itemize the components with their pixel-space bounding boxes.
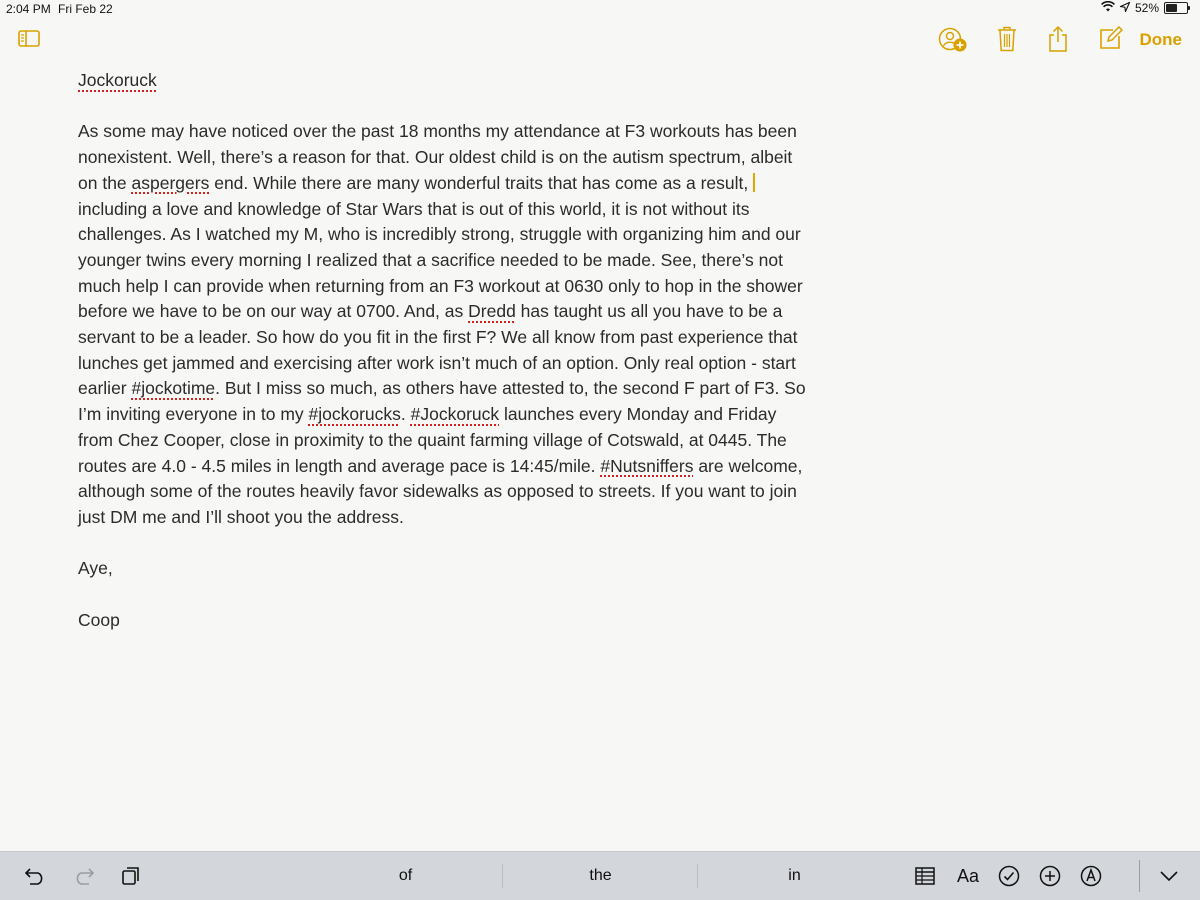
markup-icon[interactable]: [1078, 852, 1104, 900]
note-signature: Coop: [78, 609, 120, 630]
suggestion-2[interactable]: the: [503, 852, 698, 900]
status-date: Fri Feb 22: [58, 2, 113, 16]
misspelled-word: #jockorucks: [308, 404, 401, 425]
battery-icon: [1164, 2, 1190, 14]
redo-icon[interactable]: [71, 852, 97, 900]
sidebar-toggle-icon[interactable]: [18, 30, 40, 47]
keyboard-shortcut-bar: of the in Aa: [0, 851, 1200, 900]
misspelled-word: #Nutsniffers: [600, 455, 694, 476]
misspelled-word: Dredd: [468, 301, 516, 322]
wifi-icon: [1101, 0, 1115, 15]
location-icon: [1118, 1, 1131, 15]
done-button[interactable]: Done: [1140, 30, 1183, 50]
share-icon[interactable]: [1047, 25, 1069, 53]
misspelled-word: aspergers: [131, 172, 210, 193]
checklist-icon[interactable]: [996, 852, 1022, 900]
paste-icon[interactable]: [118, 852, 144, 900]
table-icon[interactable]: [912, 852, 938, 900]
trash-icon[interactable]: [997, 26, 1017, 52]
suggestion-3[interactable]: in: [697, 852, 892, 900]
battery-percent: 52%: [1134, 1, 1159, 15]
note-title: Jockoruck: [78, 70, 157, 90]
note-closing: Aye,: [78, 558, 113, 579]
note-body-paragraph: As some may have noticed over the past 1…: [78, 121, 806, 527]
status-indicators: 52%: [1101, 0, 1190, 15]
add-people-icon[interactable]: [938, 26, 970, 54]
dismiss-keyboard-icon[interactable]: [1156, 852, 1182, 900]
suggestion-1[interactable]: of: [308, 852, 503, 900]
status-time: 2:04 PM: [6, 2, 51, 16]
add-attachment-icon[interactable]: [1037, 852, 1063, 900]
undo-icon[interactable]: [22, 852, 48, 900]
format-button[interactable]: Aa: [953, 852, 983, 900]
notes-toolbar: Done: [0, 20, 1200, 64]
status-bar: 2:04 PM Fri Feb 22 52%: [0, 0, 1200, 18]
misspelled-word: #jockotime: [131, 378, 216, 399]
compose-icon[interactable]: [1099, 26, 1123, 50]
toolbar-divider: [1139, 860, 1140, 892]
misspelled-word: #Jockoruck: [410, 404, 500, 425]
note-editor[interactable]: Jockoruck As some may have noticed over …: [78, 68, 808, 633]
text-cursor: [753, 172, 756, 192]
